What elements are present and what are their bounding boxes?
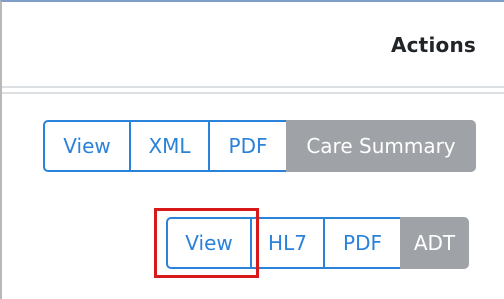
row1-action-group: View XML PDF Care Summary <box>43 120 476 172</box>
row1-pdf-button[interactable]: PDF <box>208 120 288 172</box>
row1-care-summary-button[interactable]: Care Summary <box>286 120 476 172</box>
row2-pdf-button[interactable]: PDF <box>323 217 402 269</box>
row2-adt-button[interactable]: ADT <box>400 217 469 269</box>
row2-action-group: View HL7 PDF ADT <box>166 217 469 269</box>
row2-hl7-button[interactable]: HL7 <box>250 217 325 269</box>
header-divider <box>2 86 504 94</box>
actions-column-header: Actions <box>390 33 476 57</box>
row2-view-button[interactable]: View <box>166 217 252 269</box>
row1-xml-button[interactable]: XML <box>129 120 210 172</box>
row1-view-button[interactable]: View <box>43 120 131 172</box>
